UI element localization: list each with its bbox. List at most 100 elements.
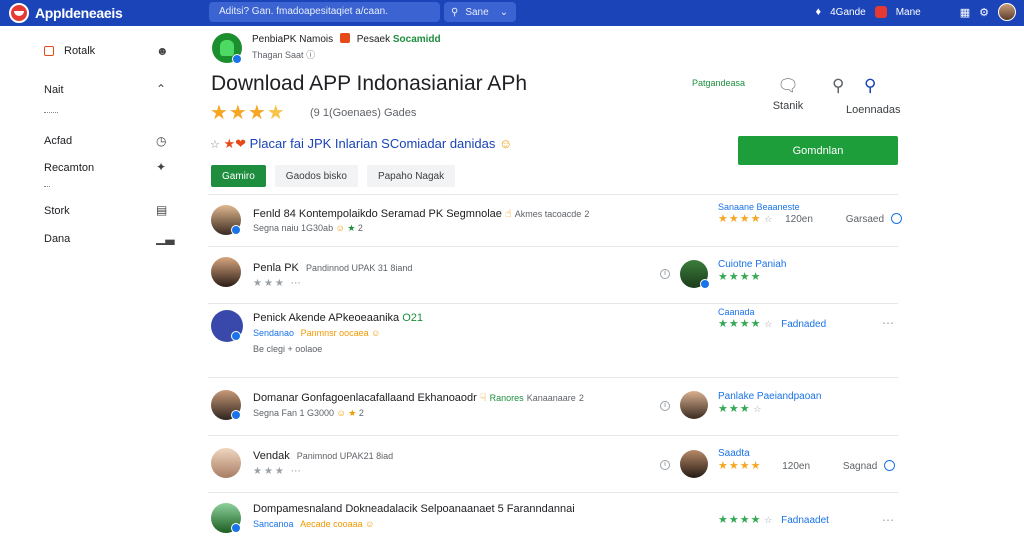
right-name[interactable]: Saadta <box>718 448 895 459</box>
tab-2[interactable]: Papaho Nagak <box>366 165 456 187</box>
meta-link[interactable]: Patgandeasa <box>692 78 745 88</box>
sidebar-item-1[interactable]: Nait <box>44 84 64 96</box>
review-sub: Sendanao Panmnsr oocaea ☺ <box>253 328 380 338</box>
right-name[interactable]: Cuiotne Paniah <box>718 259 786 270</box>
review-title: Penick Akende APkeoeaanika O21 <box>253 312 423 324</box>
search-button[interactable]: ⚲ Sane ⌄ <box>444 2 516 22</box>
tab-0[interactable]: Gamiro <box>211 165 266 187</box>
search-icon: ⚲ <box>451 6 459 18</box>
top-bar: AppIdeneaeis Aditsi? Gan. fmadoapesitaqi… <box>0 0 1024 26</box>
review-tag: Ranores <box>489 393 524 403</box>
right-action[interactable]: Fadnaadet <box>781 515 829 526</box>
home-icon <box>44 46 54 56</box>
list-item[interactable]: Penla PK Pandinnod UPAK 31 8iand ★★★ ⋯ i… <box>208 247 898 304</box>
chevron-up-icon[interactable]: ⌃ <box>156 82 166 96</box>
right-name[interactable]: Panlake Paeiandpaoan <box>718 391 821 402</box>
info-icon[interactable]: i <box>660 401 670 411</box>
right-action[interactable]: Sagnad <box>843 461 877 472</box>
rating-stars: ★★★ <box>718 403 751 415</box>
verified-icon <box>231 410 241 420</box>
rating-text: (9 1(Goenaes) Gades <box>310 107 417 119</box>
list-item[interactable]: Penick Akende APkeoeaanika O21 Sendanao … <box>208 304 898 378</box>
settings-icon[interactable]: ⚙ <box>979 6 989 19</box>
account-label[interactable]: 4Gande <box>830 7 866 18</box>
right-count: 120en <box>785 214 813 225</box>
sidebar-item-2[interactable]: Acfad <box>44 135 72 147</box>
action-loennadas[interactable]: ⚲ ⚲ Loennadas <box>820 76 900 116</box>
review-sub-text[interactable]: Sancanoa <box>253 519 294 529</box>
review-title: Vendak Panimnod UPAK21 8iad <box>253 450 393 462</box>
list-item[interactable]: Vendak Panimnod UPAK21 8iad ★★★ ⋯ i Saad… <box>208 436 898 493</box>
right-action[interactable]: Fadnaded <box>781 319 826 330</box>
emoji-icon: ☺ <box>335 223 345 233</box>
rating-stars: ★★★★ <box>718 514 762 526</box>
verified-icon <box>232 54 242 64</box>
comment-icon: 🗨 <box>777 76 799 95</box>
play-icon[interactable] <box>884 460 896 471</box>
clock-icon[interactable]: ◷ <box>156 134 166 148</box>
star-outline-icon: ☆ <box>764 515 773 525</box>
chevron-down-icon: ⌄ <box>499 6 509 18</box>
review-title-text: Domanar Gonfagoenlacafallaand Ekhanoaodr <box>253 392 477 404</box>
promo-line: ☆ ★❤ Placar fai JPK Inlarian SComiadar d… <box>210 136 512 152</box>
sidebar-item-3[interactable]: Recamton <box>44 162 94 174</box>
review-title: Dompamesnaland Dokneadalacik Selpoanaana… <box>253 503 575 515</box>
avatar <box>211 448 241 478</box>
right-label[interactable]: Sanaane Beaaneste <box>718 202 902 212</box>
developer-name[interactable]: PenbiaPK Namois <box>252 34 333 45</box>
grid-icon[interactable]: ▦ <box>960 6 970 19</box>
chart-icon[interactable]: ▁▃ <box>156 231 174 245</box>
user-icon[interactable]: ☻ <box>156 44 169 58</box>
search-icon: ⚲ <box>832 76 845 95</box>
list-item[interactable]: Domanar Gonfagoenlacafallaand Ekhanoaodr… <box>208 378 898 436</box>
review-sub-tail: Panmnsr oocaea <box>300 328 369 338</box>
user-label[interactable]: Mane <box>896 7 921 18</box>
review-title-tail: Kanaanaare <box>526 393 576 403</box>
promo-text[interactable]: Placar fai JPK Inlarian SComiadar danida… <box>250 136 496 151</box>
developer-sub-text: Thagan Saat <box>252 50 304 60</box>
more-icon[interactable]: ⋯ <box>882 316 894 330</box>
notification-badge[interactable] <box>874 6 887 18</box>
review-sub-text[interactable]: Sendanao <box>253 328 294 338</box>
verified-icon <box>231 225 241 235</box>
info-icon[interactable]: i <box>660 460 670 470</box>
sparkle-icon[interactable]: ✦ <box>156 160 166 174</box>
verified-icon <box>231 331 241 341</box>
sidebar-item-4[interactable]: Stork <box>44 205 70 217</box>
play-icon[interactable] <box>890 213 902 224</box>
search-input[interactable]: Aditsi? Gan. fmadoapesitaqiet a/caan. <box>209 2 440 22</box>
more-icon[interactable]: ⋯ <box>882 513 894 527</box>
right-info: Sanaane Beaaneste ★★★★ ☆ 120en Garsaed <box>718 202 902 225</box>
user-avatar[interactable] <box>998 3 1016 21</box>
page-title: Download APP Indonasianiar APh <box>211 72 528 95</box>
top-right-bar: ♦ 4Gande Mane ▦ ⚙ <box>815 3 1016 21</box>
rating-stars: ★★★★ <box>718 271 762 283</box>
download-button[interactable]: Gomdnlan <box>738 136 898 165</box>
rating-stars: ★★★ ⋯ <box>253 278 301 289</box>
right-info: Caanada ★★★★ ☆ Fadnaded <box>718 307 826 330</box>
info-icon[interactable]: i <box>660 269 670 279</box>
right-label[interactable]: Caanada <box>718 307 826 317</box>
pin-icon: ☟ <box>479 392 487 404</box>
review-sub-tail: 2 <box>358 408 364 418</box>
verified-icon <box>231 523 241 533</box>
logo-text: AppIdeneaeis <box>35 5 123 21</box>
sidebar-item-0[interactable]: Rotalk <box>64 45 95 57</box>
sidebar-item-5[interactable]: Dana <box>44 233 70 245</box>
developer-tag: Pesaek <box>356 34 391 45</box>
action-label: Stanik <box>772 100 804 112</box>
star-outline-icon: ☆ <box>764 214 773 224</box>
tab-1[interactable]: Gaodos bisko <box>274 165 358 187</box>
list-item[interactable]: Fenld 84 Kontempolaikdo Seramad PK Segmn… <box>208 195 902 247</box>
main-content: PenbiaPK Namois Pesaek Socamidd Thagan S… <box>188 26 1024 533</box>
bell-icon[interactable]: ♦ <box>815 6 821 18</box>
list-icon[interactable]: ▤ <box>156 203 167 217</box>
rating-stars: ★★★★ <box>718 213 762 225</box>
action-stanik[interactable]: 🗨 Stanik <box>758 76 818 112</box>
rating-stars: ★★★★ <box>718 460 762 472</box>
right-action[interactable]: Garsaed <box>846 214 884 225</box>
app-logo[interactable]: AppIdeneaeis <box>9 3 123 23</box>
list-item[interactable]: Dompamesnaland Dokneadalacik Selpoanaana… <box>208 493 898 541</box>
review-title: Domanar Gonfagoenlacafallaand Ekhanoaodr… <box>253 391 584 404</box>
search-outline-icon: ⚲ <box>864 76 877 95</box>
